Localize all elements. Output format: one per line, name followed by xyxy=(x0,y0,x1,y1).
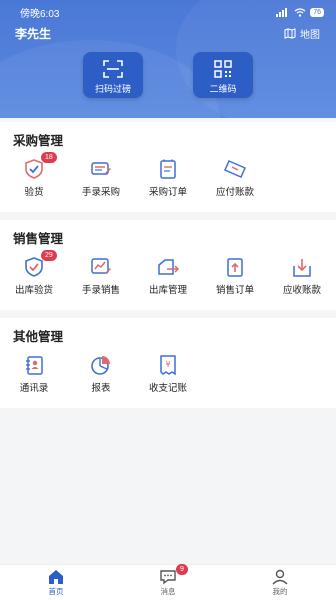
bookkeeping-item[interactable]: ¥ 收支记账 xyxy=(135,354,201,394)
status-bar: 傍晚6:03 76 xyxy=(20,5,324,20)
sales-order-label: 销售订单 xyxy=(215,285,254,296)
outbound-icon xyxy=(158,259,180,275)
outbound-management-item[interactable]: 出库管理 xyxy=(135,256,201,296)
ticket-icon xyxy=(224,160,246,178)
purchase-title: 采购管理 xyxy=(13,134,64,148)
manual-sales-label: 手录销售 xyxy=(81,285,120,296)
map-label: 地图 xyxy=(300,30,320,41)
tab-messages[interactable]: 9 消息 xyxy=(138,564,198,597)
reports-label: 报表 xyxy=(91,383,111,394)
home-icon xyxy=(49,570,63,584)
other-title: 其他管理 xyxy=(13,330,64,344)
outbound-inspect-badge: 29 xyxy=(41,250,57,261)
scan-weigh-button[interactable]: 扫码过磅 xyxy=(83,52,143,98)
purchase-order-item[interactable]: 采购订单 xyxy=(135,158,201,198)
scan-icon xyxy=(103,60,123,78)
tab-home[interactable]: 首页 xyxy=(26,568,86,597)
inspect-goods-badge: 18 xyxy=(41,152,57,163)
tab-home-label: 首页 xyxy=(48,587,64,596)
printer-icon xyxy=(91,162,111,175)
manual-sales-item[interactable]: 手录销售 xyxy=(68,256,134,296)
sales-order-item[interactable]: 销售订单 xyxy=(202,256,268,296)
user-icon xyxy=(272,569,288,585)
contacts-label: 通讯录 xyxy=(19,383,49,394)
inspect-goods-item[interactable]: 18 验货 xyxy=(1,152,67,198)
accounts-payable-item[interactable]: 应付账款 xyxy=(202,158,268,198)
qr-code-icon xyxy=(214,60,232,78)
outbound-inspect-item[interactable]: 29 出库验货 xyxy=(1,250,67,296)
manual-purchase-label: 手录采购 xyxy=(81,187,120,198)
tab-profile[interactable]: 我的 xyxy=(250,568,310,597)
contacts-icon xyxy=(26,355,43,375)
accounts-receivable-label: 应收账款 xyxy=(282,285,321,296)
user-name: 李先生 xyxy=(15,27,52,41)
signal-icon xyxy=(276,7,288,17)
receipt-icon: ¥ xyxy=(160,355,176,376)
accounts-payable-label: 应付账款 xyxy=(215,187,254,198)
battery-icon: 76 xyxy=(310,7,324,17)
purchase-order-label: 采购订单 xyxy=(148,187,187,198)
scan-weigh-label: 扫码过磅 xyxy=(94,84,131,94)
status-time: 傍晚6:03 xyxy=(20,8,60,20)
inspect-goods-label: 验货 xyxy=(24,187,44,198)
tab-messages-label: 消息 xyxy=(160,587,176,596)
reports-item[interactable]: 报表 xyxy=(68,354,134,394)
tab-profile-label: 我的 xyxy=(272,587,288,596)
bookkeeping-label: 收支记账 xyxy=(148,383,187,394)
svg-text:¥: ¥ xyxy=(165,360,170,369)
purchase-section: 采购管理 18 验货 手录采购 采购订单 应付账款 xyxy=(0,122,336,212)
map-icon xyxy=(284,28,296,39)
document-icon xyxy=(160,159,176,179)
messages-badge: 9 xyxy=(176,564,188,575)
order-up-icon xyxy=(227,257,243,277)
qr-code-label: 二维码 xyxy=(209,84,237,94)
accounts-receivable-item[interactable]: 应收账款 xyxy=(269,256,335,296)
outbound-inspect-label: 出库验货 xyxy=(14,285,53,296)
contacts-item[interactable]: 通讯录 xyxy=(1,354,67,394)
wifi-icon xyxy=(294,7,306,17)
sales-title: 销售管理 xyxy=(13,232,64,246)
outbound-management-label: 出库管理 xyxy=(148,285,187,296)
message-icon xyxy=(160,570,176,585)
header: 傍晚6:03 76 李先生 地图 扫码过磅 二维码 xyxy=(0,0,336,118)
other-section: 其他管理 通讯录 报表 ¥ 收支记账 xyxy=(0,318,336,408)
map-button[interactable]: 地图 xyxy=(284,26,320,41)
inbox-down-icon xyxy=(293,258,311,277)
qr-code-button[interactable]: 二维码 xyxy=(193,52,253,98)
chart-edit-icon xyxy=(91,258,111,274)
pie-chart-icon xyxy=(91,356,110,375)
tab-bar: 首页 9 消息 我的 xyxy=(0,564,336,600)
sales-section: 销售管理 29 出库验货 手录销售 出库管理 销售订单 应收账款 xyxy=(0,220,336,310)
manual-purchase-item[interactable]: 手录采购 xyxy=(68,158,134,198)
